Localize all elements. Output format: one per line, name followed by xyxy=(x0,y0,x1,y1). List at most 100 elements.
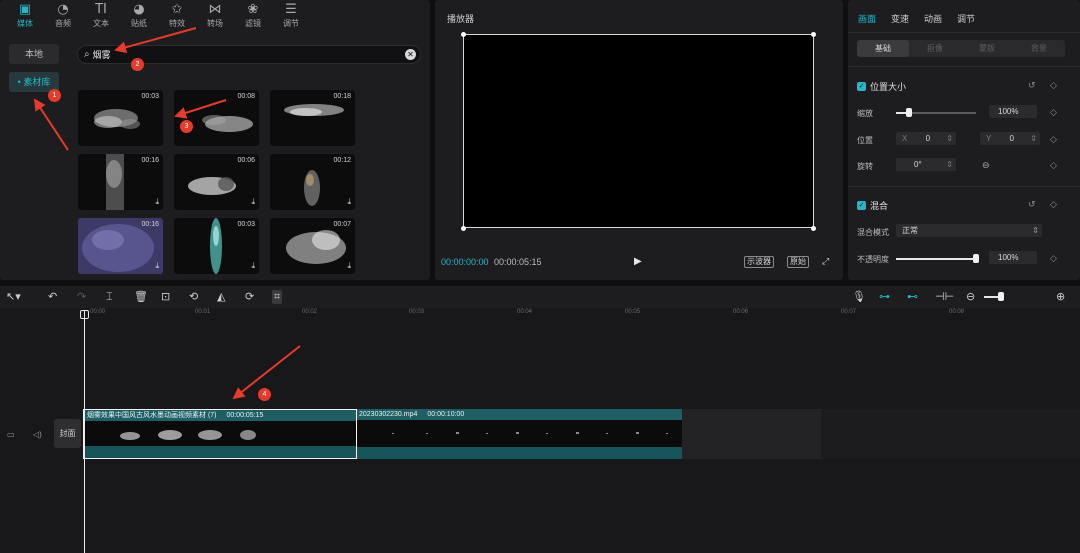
clip-smoke-selected[interactable]: 烟雾效果中国风古风水墨动画视频素材 (7) 00:00:05:15 xyxy=(83,409,357,459)
download-icon[interactable]: ⤓ xyxy=(155,197,159,207)
reset-icon[interactable]: ↺ xyxy=(1028,80,1036,91)
media-tab-bar: ▣ 媒体 ◔ 音频 TI 文本 ◕ 贴纸 ✩ 特效 ⋈ 转场 ❀ 滤镜 ☰ 调节 xyxy=(0,0,430,32)
opacity-slider[interactable] xyxy=(896,258,976,260)
clear-icon[interactable]: ✕ xyxy=(405,49,416,60)
preview-canvas[interactable] xyxy=(463,34,814,228)
opacity-slider-handle[interactable] xyxy=(973,254,979,263)
download-icon[interactable]: ⤓ xyxy=(155,261,159,271)
segment-background[interactable]: 背景 xyxy=(1013,40,1065,57)
section-title: 混合 xyxy=(870,201,889,211)
magnet-icon[interactable]: ⊷ xyxy=(907,290,918,304)
asset-thumb[interactable]: 00:18 xyxy=(270,90,355,146)
keyframe-icon[interactable]: ◇ xyxy=(1050,199,1057,210)
tab-audio[interactable]: ◔ 音频 xyxy=(44,0,82,32)
asset-thumb[interactable]: 00:06 ⤓ xyxy=(174,154,259,210)
tab-transition[interactable]: ⋈ 转场 xyxy=(196,0,234,32)
canvas-handle[interactable] xyxy=(461,32,466,37)
tab-speed[interactable]: 变速 xyxy=(891,12,909,25)
chevron-down-icon: ⇕ xyxy=(1032,226,1039,235)
original-button[interactable]: 原始 xyxy=(787,256,809,268)
scale-input[interactable]: 100% xyxy=(989,105,1037,118)
link-track-icon[interactable]: ⊶ xyxy=(879,290,890,304)
tab-adjust[interactable]: 调节 xyxy=(957,12,975,25)
asset-thumb[interactable]: 00:07 ⤓ xyxy=(270,218,355,274)
tab-text[interactable]: TI 文本 xyxy=(82,0,120,32)
redo-icon[interactable]: ↷ xyxy=(77,290,86,304)
asset-thumb[interactable]: 00:03 xyxy=(78,90,163,146)
checkbox-icon[interactable]: ✓ xyxy=(857,82,866,91)
canvas-handle[interactable] xyxy=(811,32,816,37)
cover-button[interactable]: 封面 xyxy=(54,419,81,448)
playhead[interactable] xyxy=(84,311,85,553)
freeze-icon[interactable]: ⊡ xyxy=(161,290,170,304)
rotate-input[interactable]: 0° ⇕ xyxy=(896,158,956,171)
rotate-icon[interactable]: ⟳ xyxy=(245,290,254,304)
canvas-handle[interactable] xyxy=(811,226,816,231)
side-local-button[interactable]: 本地 xyxy=(9,44,59,64)
stepper-icon[interactable]: ⇕ xyxy=(946,158,953,171)
checkbox-icon[interactable]: ✓ xyxy=(857,201,866,210)
zoom-out-icon[interactable]: ⊖ xyxy=(966,290,975,304)
download-icon[interactable]: ⤓ xyxy=(347,197,351,207)
opacity-input[interactable]: 100% xyxy=(989,251,1037,264)
tab-filter[interactable]: ❀ 滤镜 xyxy=(234,0,272,32)
tab-picture[interactable]: 画面 xyxy=(858,12,876,25)
canvas-handle[interactable] xyxy=(461,226,466,231)
asset-thumb[interactable]: 00:16 ⤓ xyxy=(78,154,163,210)
asset-thumb[interactable]: 00:16 ⤓ xyxy=(78,218,163,274)
scope-button[interactable]: 示波器 xyxy=(744,256,774,268)
annotation-badge: 4 xyxy=(258,388,271,401)
blend-mode-label: 混合模式 xyxy=(857,228,889,237)
track-audio-icon[interactable]: ◁) xyxy=(33,430,42,439)
stepper-icon[interactable]: ⇕ xyxy=(946,132,953,145)
position-label: 位置 xyxy=(857,136,873,145)
keyframe-icon[interactable]: ◇ xyxy=(1050,134,1057,145)
tab-media[interactable]: ▣ 媒体 xyxy=(6,0,44,32)
download-icon[interactable]: ⤓ xyxy=(251,261,255,271)
tab-adjust[interactable]: ☰ 调节 xyxy=(272,0,310,32)
reset-icon[interactable]: ↺ xyxy=(1028,199,1036,210)
crop-icon[interactable]: ⌗ xyxy=(272,290,283,304)
asset-thumb[interactable]: 00:08 xyxy=(174,90,259,146)
download-icon[interactable]: ⤓ xyxy=(347,261,351,271)
position-x-input[interactable]: X 0 ⇕ xyxy=(896,132,956,145)
current-time: 00:00:00:00 xyxy=(441,257,489,267)
segment-mask[interactable]: 蒙版 xyxy=(961,40,1013,57)
position-y-input[interactable]: Y 0 ⇕ xyxy=(980,132,1040,145)
duration-label: 00:18 xyxy=(333,93,351,100)
keyframe-icon[interactable]: ◇ xyxy=(1050,80,1057,91)
track-visibility-icon[interactable]: ▭ xyxy=(7,430,15,439)
keyframe-icon[interactable]: ◇ xyxy=(1050,107,1057,118)
blend-mode-select[interactable]: 正常 ⇕ xyxy=(896,224,1042,237)
play-icon[interactable]: ▶ xyxy=(634,256,642,267)
keyframe-icon[interactable]: ◇ xyxy=(1050,253,1057,264)
download-icon[interactable]: ⤓ xyxy=(251,197,255,207)
tab-effects[interactable]: ✩ 特效 xyxy=(158,0,196,32)
segment-keying[interactable]: 抠像 xyxy=(909,40,961,57)
mirror-icon[interactable]: ◭ xyxy=(217,290,225,304)
tab-label: 媒体 xyxy=(17,19,33,28)
split-icon[interactable]: ⌶ xyxy=(106,290,113,304)
zoom-fit-icon[interactable]: ⊕ xyxy=(1056,290,1065,304)
clip-video-2[interactable]: 20230302230.mp4 00:00:10:00 xyxy=(356,409,682,459)
zoom-slider-handle[interactable] xyxy=(998,292,1004,301)
delete-icon[interactable]: 🗑 xyxy=(134,290,148,304)
tab-sticker[interactable]: ◕ 贴纸 xyxy=(120,0,158,32)
empty-track-area xyxy=(681,409,821,459)
search-box[interactable]: ⌕ ✕ xyxy=(77,45,421,64)
scale-slider-handle[interactable] xyxy=(905,108,912,117)
segment-basic[interactable]: 基础 xyxy=(857,40,909,57)
microphone-icon[interactable]: 🎙 xyxy=(852,290,866,304)
stepper-icon[interactable]: ⇕ xyxy=(1030,132,1037,145)
asset-thumb[interactable]: 00:12 ⤓ xyxy=(270,154,355,210)
split-track-icon[interactable]: ⊣⊢ xyxy=(935,290,954,304)
rotate-dial-icon[interactable]: ⊖ xyxy=(982,160,990,171)
reverse-icon[interactable]: ⟲ xyxy=(189,290,198,304)
asset-thumb[interactable]: 00:03 ⤓ xyxy=(174,218,259,274)
time-ruler[interactable]: 00:00 00:01 00:02 00:03 00:04 00:05 00:0… xyxy=(0,308,1080,320)
fullscreen-icon[interactable]: ⤢ xyxy=(822,256,829,267)
keyframe-icon[interactable]: ◇ xyxy=(1050,160,1057,171)
select-tool-icon[interactable]: ↖▾ xyxy=(6,290,21,304)
tab-animation[interactable]: 动画 xyxy=(924,12,942,25)
undo-icon[interactable]: ↶ xyxy=(48,290,57,304)
